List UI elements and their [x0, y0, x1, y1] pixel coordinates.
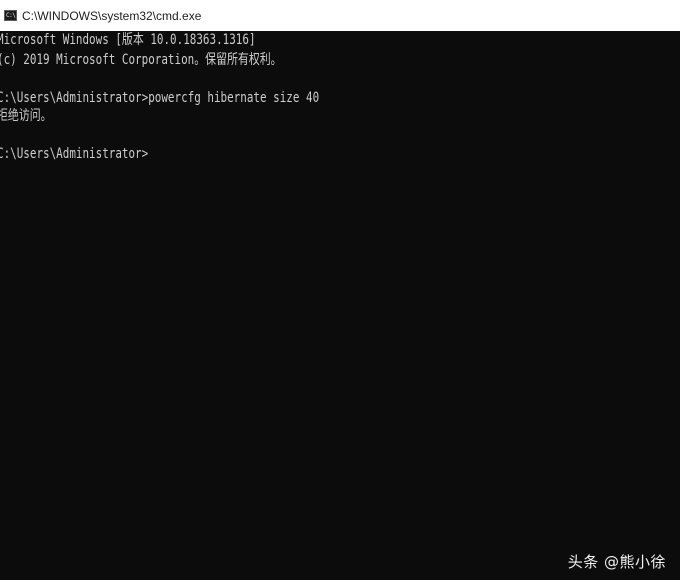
window-title: C:\WINDOWS\system32\cmd.exe	[22, 8, 202, 23]
cmd-window: C:\ C:\WINDOWS\system32\cmd.exe Microsof…	[0, 0, 680, 580]
console-output[interactable]: Microsoft Windows [版本 10.0.18363.1316] (…	[0, 31, 680, 580]
console-line-prompt[interactable]: C:\Users\Administrator>	[0, 145, 148, 163]
title-bar[interactable]: C:\ C:\WINDOWS\system32\cmd.exe	[0, 0, 680, 31]
console-line-access-denied: 拒绝访问。	[0, 108, 52, 124]
cmd-icon: C:\	[4, 10, 17, 21]
watermark-text: 头条 @熊小徐	[567, 553, 666, 571]
console-line-copyright: (c) 2019 Microsoft Corporation。保留所有权利。	[0, 52, 282, 68]
watermark: 头条 @熊小徐	[568, 551, 666, 572]
cmd-icon-glyph: C:\	[6, 11, 16, 19]
console-line-version: Microsoft Windows [版本 10.0.18363.1316]	[0, 32, 256, 48]
console-line-command: C:\Users\Administrator>powercfg hibernat…	[0, 90, 320, 106]
